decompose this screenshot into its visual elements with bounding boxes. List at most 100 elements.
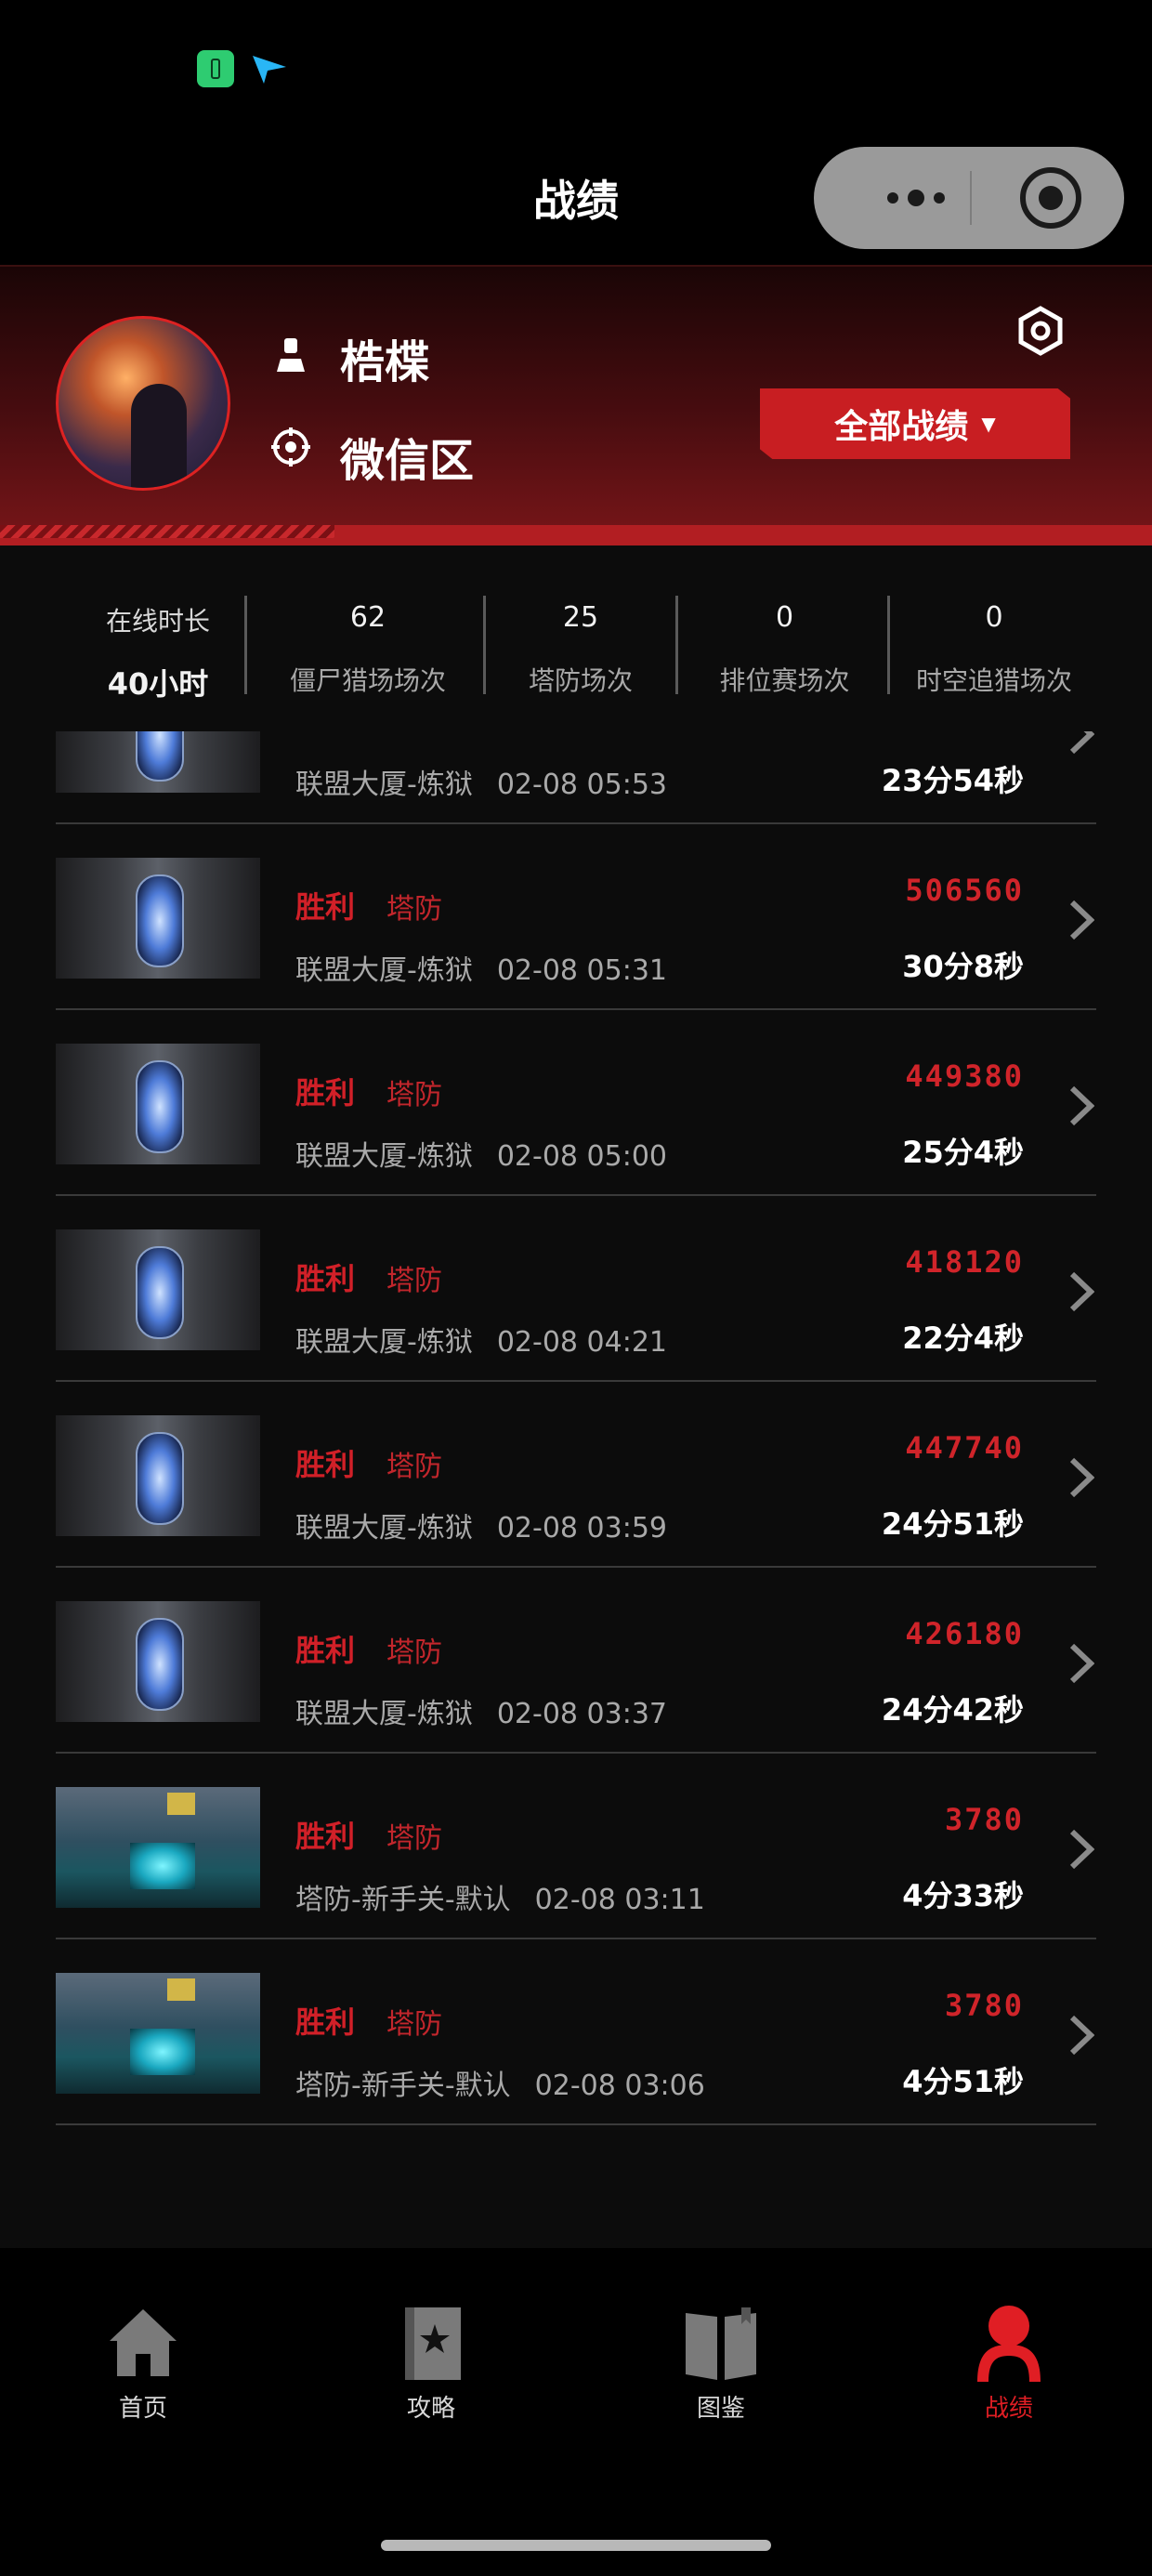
record-row[interactable]: 胜利 塔防 联盟大厦-炼狱 02-08 04:21 418120 22分4秒 [0, 1196, 1152, 1382]
hexagon-settings-icon[interactable] [1015, 305, 1067, 357]
filter-label: 全部战绩 [834, 408, 969, 446]
record-filter-dropdown[interactable]: 全部战绩 ▼ [760, 388, 1070, 459]
chevron-right-icon [1069, 2015, 1094, 2056]
stat-value: 40小时 [107, 666, 209, 702]
record-time: 02-08 05:00 [496, 1140, 667, 1173]
record-mode: 塔防 [386, 1822, 442, 1855]
record-duration: 24分51秒 [881, 1506, 1024, 1542]
chevron-right-icon [1069, 1829, 1094, 1870]
stat-zombie-hunt: 62 僵尸猎场场次 [249, 545, 487, 731]
battle-record-list[interactable]: 联盟大厦-炼狱 02-08 05:53 23分54秒 胜利 塔防 联盟大厦-炼狱 0… [0, 731, 1152, 2248]
stat-value: 0 [775, 601, 794, 634]
record-mode: 塔防 [386, 1265, 442, 1297]
stat-divider [483, 596, 486, 694]
record-result: 胜利 [295, 1633, 356, 1668]
record-map: 联盟大厦-炼狱 [295, 1326, 473, 1359]
record-result: 胜利 [295, 1261, 356, 1296]
record-duration: 22分4秒 [902, 1321, 1024, 1356]
record-time: 02-08 05:31 [496, 954, 667, 987]
record-result: 胜利 [295, 2004, 356, 2040]
avatar[interactable] [56, 316, 230, 491]
stat-tower-defense: 25 塔防场次 [488, 545, 674, 731]
stat-label: 时空追猎场次 [915, 665, 1072, 696]
record-time: 02-08 03:06 [534, 2070, 705, 2102]
chevron-right-icon [1069, 900, 1094, 940]
record-result: 胜利 [295, 1447, 356, 1482]
stat-value: 0 [985, 601, 1003, 634]
stat-label: 僵尸猎场场次 [289, 665, 446, 696]
home-indicator[interactable] [381, 2540, 771, 2551]
record-score: 3780 [944, 1802, 1024, 1837]
capsule-divider [970, 171, 972, 225]
record-row[interactable]: 胜利 塔防 联盟大厦-炼狱 02-08 05:00 449380 25分4秒 [0, 1010, 1152, 1196]
map-thumbnail [56, 1044, 260, 1164]
map-thumbnail [56, 1229, 260, 1350]
battery-saver-icon [197, 50, 234, 87]
record-score: 449380 [905, 1058, 1024, 1094]
record-map: 塔防-新手关-默认 [295, 1884, 511, 1916]
record-duration: 4分33秒 [902, 1878, 1024, 1913]
zone-name: 微信区 [340, 435, 475, 487]
record-score: 3780 [944, 1988, 1024, 2023]
stat-time-hunt: 0 时空追猎场次 [892, 545, 1096, 731]
record-time: 02-08 03:59 [496, 1512, 667, 1544]
stat-value: 25 [562, 601, 599, 634]
send-icon [253, 56, 286, 84]
chevron-right-icon [1069, 1457, 1094, 1498]
record-row[interactable]: 胜利 塔防 联盟大厦-炼狱 02-08 05:31 506560 30分8秒 [0, 824, 1152, 1010]
record-result: 胜利 [295, 1075, 356, 1111]
record-score: 506560 [905, 873, 1024, 908]
status-bar [0, 0, 1152, 130]
user-icon [277, 338, 305, 372]
record-duration: 23分54秒 [881, 763, 1024, 798]
record-duration: 24分42秒 [881, 1692, 1024, 1728]
open-book-icon [686, 2307, 756, 2380]
nav-label: 图鉴 [696, 2395, 745, 2423]
record-duration: 4分51秒 [902, 2064, 1024, 2099]
zone-crosshair-icon [271, 427, 310, 467]
record-row[interactable]: 胜利 塔防 联盟大厦-炼狱 02-08 03:37 426180 24分42秒 [0, 1568, 1152, 1754]
record-mode: 塔防 [386, 1079, 442, 1111]
nav-label: 首页 [118, 2395, 167, 2423]
record-score: 418120 [905, 1244, 1024, 1280]
record-row[interactable]: 胜利 塔防 联盟大厦-炼狱 02-08 03:59 447740 24分51秒 [0, 1382, 1152, 1568]
record-map: 联盟大厦-炼狱 [295, 954, 473, 987]
chevron-right-icon [1069, 1271, 1094, 1312]
stat-divider [244, 596, 247, 694]
record-row[interactable]: 联盟大厦-炼狱 02-08 05:53 23分54秒 [0, 731, 1152, 824]
record-mode: 塔防 [386, 2008, 442, 2041]
stat-label: 塔防场次 [528, 665, 633, 696]
record-score: 447740 [905, 1430, 1024, 1465]
record-time: 02-08 05:53 [496, 769, 667, 801]
nav-item-guide[interactable]: 攻略 [347, 2304, 515, 2434]
record-map: 联盟大厦-炼狱 [295, 1512, 473, 1544]
mini-program-capsule [814, 147, 1124, 249]
record-mode: 塔防 [386, 1636, 442, 1669]
record-result: 胜利 [295, 889, 356, 925]
profile-stripe [0, 525, 1152, 545]
map-thumbnail [56, 731, 260, 793]
nav-item-encyclopedia[interactable]: 图鉴 [637, 2304, 805, 2434]
map-thumbnail [56, 1601, 260, 1722]
nav-item-records[interactable]: 战绩 [925, 2304, 1093, 2434]
map-thumbnail [56, 1787, 260, 1908]
stat-label: 在线时长 [105, 606, 210, 637]
more-options-icon[interactable] [860, 178, 972, 217]
close-mini-program-icon[interactable] [1020, 167, 1081, 229]
nav-item-home[interactable]: 首页 [59, 2304, 227, 2434]
chevron-right-icon [1069, 1643, 1094, 1684]
user-profile-icon [977, 2306, 1041, 2382]
record-row[interactable]: 胜利 塔防 塔防-新手关-默认 02-08 03:11 3780 4分33秒 [0, 1754, 1152, 1939]
map-thumbnail [56, 858, 260, 979]
stat-label: 排位赛场次 [719, 665, 850, 696]
record-result: 胜利 [295, 1819, 356, 1854]
avatar-figure [131, 384, 187, 488]
record-duration: 25分4秒 [902, 1135, 1024, 1170]
bottom-nav: 首页 攻略 图鉴 战绩 [0, 2248, 1152, 2576]
record-map: 联盟大厦-炼狱 [295, 769, 473, 801]
record-row[interactable]: 胜利 塔防 塔防-新手关-默认 02-08 03:06 3780 4分51秒 [0, 1939, 1152, 2125]
record-mode: 塔防 [386, 893, 442, 926]
guide-book-icon [405, 2307, 461, 2380]
chevron-right-icon [1069, 1085, 1094, 1126]
row-divider [56, 2123, 1096, 2125]
